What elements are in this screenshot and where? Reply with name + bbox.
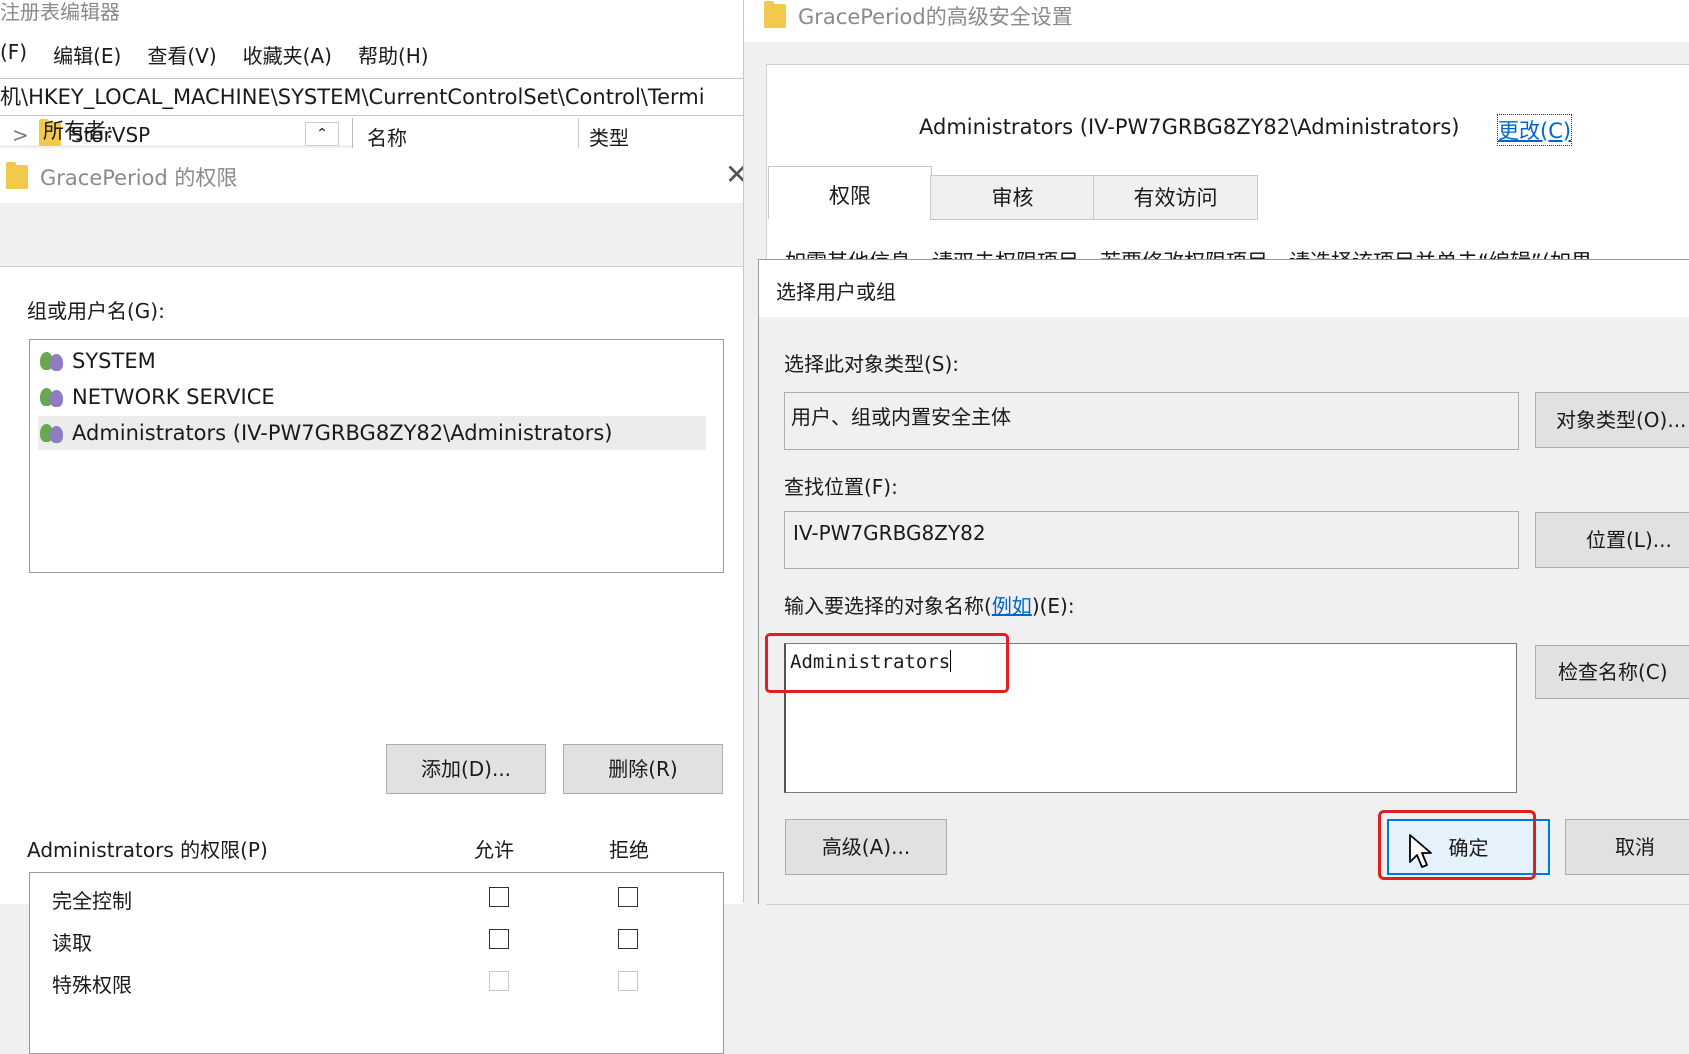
advanced-title: GracePeriod的高级安全设置 <box>798 5 1073 29</box>
allow-full-control-checkbox[interactable] <box>489 887 509 907</box>
deny-header: 拒绝 <box>609 838 649 862</box>
menu-file[interactable]: (F) <box>0 40 27 72</box>
users-icon <box>38 386 66 408</box>
select-users-title: 选择用户或组 <box>776 280 896 304</box>
change-owner-link[interactable]: 更改(C) <box>1496 114 1573 146</box>
user-item-label: SYSTEM <box>72 349 156 373</box>
tab-permissions[interactable]: 权限 <box>768 166 932 219</box>
folder-icon <box>764 1 786 28</box>
groups-label: 组或用户名(G): <box>27 299 165 323</box>
user-item-label: NETWORK SERVICE <box>72 385 275 409</box>
scroll-up-arrow-icon[interactable]: ⌃ <box>305 122 339 146</box>
permission-entries-list: 完全控制 读取 特殊权限 <box>29 872 724 1054</box>
deny-read-checkbox[interactable] <box>618 929 638 949</box>
object-type-field: 用户、组或内置安全主体 <box>784 392 1519 450</box>
allow-header: 允许 <box>474 838 514 862</box>
user-item-network-service[interactable]: NETWORK SERVICE <box>38 380 275 414</box>
advanced-button[interactable]: 高级(A)... <box>785 819 947 875</box>
remove-button[interactable]: 删除(R) <box>563 744 723 794</box>
allow-read-checkbox[interactable] <box>489 929 509 949</box>
user-item-system[interactable]: SYSTEM <box>38 344 156 378</box>
tab-auditing[interactable]: 审核 <box>930 175 1095 220</box>
object-names-label-prefix: 输入要选择的对象名称( <box>784 594 992 618</box>
user-item-administrators[interactable]: Administrators (IV-PW7GRBG8ZY82\Administ… <box>38 416 706 450</box>
folder-icon <box>6 162 28 189</box>
check-names-button[interactable]: 检查名称(C) <box>1535 645 1689 699</box>
location-label: 查找位置(F): <box>784 475 898 499</box>
tab-effective-access[interactable]: 有效访问 <box>1093 175 1258 220</box>
column-name-header[interactable]: 名称 <box>367 122 407 151</box>
registry-column-headers: 名称 类型 <box>352 118 746 151</box>
perm-special-label: 特殊权限 <box>52 973 132 997</box>
column-divider <box>578 118 579 148</box>
permissions-for-label: Administrators 的权限(P) <box>27 838 268 862</box>
user-item-label: Administrators (IV-PW7GRBG8ZY82\Administ… <box>72 421 613 445</box>
menu-help[interactable]: 帮助(H) <box>358 40 429 72</box>
permissions-dialog: GracePeriod 的权限 ✕ 组或用户名(G): SYSTEM NETWO… <box>0 148 748 1054</box>
users-icon <box>38 350 66 372</box>
owner-label: 所有者: <box>43 119 114 143</box>
users-icon <box>38 422 66 444</box>
deny-full-control-checkbox[interactable] <box>618 887 638 907</box>
ok-highlight-box <box>1378 810 1536 880</box>
menu-edit[interactable]: 编辑(E) <box>53 40 121 72</box>
select-users-titlebar <box>759 260 1689 317</box>
menu-view[interactable]: 查看(V) <box>147 40 216 72</box>
menu-favorites[interactable]: 收藏夹(A) <box>243 40 332 72</box>
allow-special-checkbox <box>489 971 509 991</box>
chevron-right-icon[interactable]: > <box>12 123 29 147</box>
permissions-tab-strip <box>0 203 745 255</box>
cancel-button[interactable]: 取消 <box>1565 819 1689 875</box>
object-type-label: 选择此对象类型(S): <box>784 352 960 376</box>
registry-editor-title: 注册表编辑器 <box>0 0 120 24</box>
column-type-header[interactable]: 类型 <box>589 122 629 151</box>
registry-address-bar[interactable]: 机\HKEY_LOCAL_MACHINE\SYSTEM\CurrentContr… <box>0 78 746 116</box>
registry-menu-bar: (F) 编辑(E) 查看(V) 收藏夹(A) 帮助(H) <box>0 40 429 72</box>
add-button[interactable]: 添加(D)... <box>386 744 546 794</box>
object-names-label-suffix: )(E): <box>1031 594 1075 618</box>
mouse-cursor-icon <box>1409 834 1432 868</box>
object-types-button[interactable]: 对象类型(O)... <box>1535 392 1689 448</box>
select-users-dialog: 选择用户或组 选择此对象类型(S): 用户、组或内置安全主体 对象类型(O)..… <box>758 259 1689 904</box>
deny-special-checkbox <box>618 971 638 991</box>
input-highlight-box <box>765 633 1009 693</box>
groups-list[interactable]: SYSTEM NETWORK SERVICE Administrators (I… <box>29 339 724 573</box>
examples-link[interactable]: 例如 <box>992 594 1032 618</box>
perm-full-control-label: 完全控制 <box>52 889 132 913</box>
location-field: IV-PW7GRBG8ZY82 <box>784 511 1519 569</box>
locations-button[interactable]: 位置(L)... <box>1535 512 1689 568</box>
owner-value: Administrators (IV-PW7GRBG8ZY82\Administ… <box>919 115 1460 139</box>
object-names-label: 输入要选择的对象名称(例如)(E): <box>784 590 1075 619</box>
permissions-title: GracePeriod 的权限 <box>40 166 238 190</box>
permissions-body: 组或用户名(G): SYSTEM NETWORK SERVICE Adminis… <box>0 266 745 1054</box>
perm-read-label: 读取 <box>52 931 92 955</box>
